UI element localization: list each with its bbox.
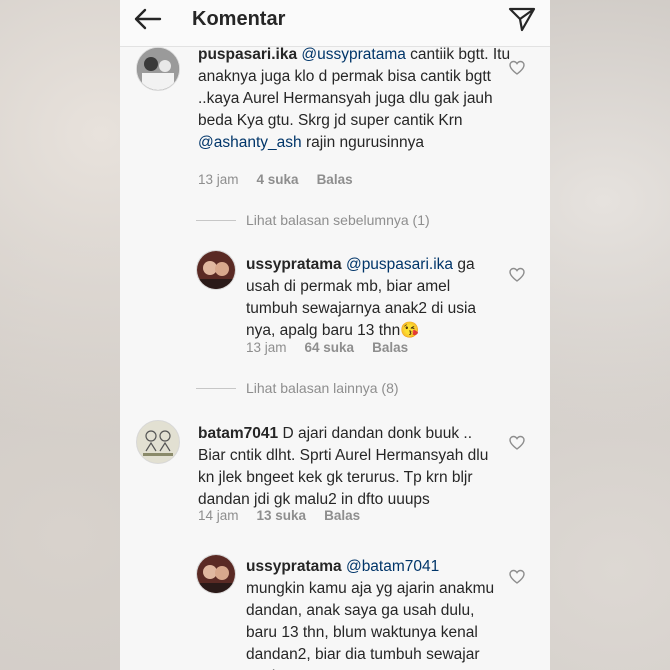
comment-likes[interactable]: 4 suka: [257, 172, 299, 187]
avatar[interactable]: [136, 47, 180, 91]
top-bar: Komentar: [120, 0, 550, 47]
avatar[interactable]: [196, 554, 236, 594]
avatar[interactable]: [196, 250, 236, 290]
comment-meta: 14 jam 13 suka Balas: [198, 508, 360, 523]
comment-time: 13 jam: [198, 172, 239, 187]
comment-body: rajin ngurusinnya: [301, 134, 424, 151]
comment-text: ussypratama @puspasari.ika ga usah di pe…: [246, 254, 496, 342]
comment-likes[interactable]: 64 suka: [305, 340, 355, 355]
comment-username[interactable]: batam7041: [198, 425, 278, 442]
view-more-replies-link[interactable]: Lihat balasan lainnya (8): [246, 380, 399, 396]
comment-username[interactable]: ussypratama: [246, 558, 342, 575]
page-title: Komentar: [192, 8, 286, 30]
comment-text: puspasari.ika @ussypratama cantiik bgtt.…: [198, 44, 518, 154]
comment-text: ussypratama @batam7041 mungkin kamu aja …: [246, 556, 496, 670]
comments-screen: Komentar puspasari.ika @ussypratama cant…: [120, 0, 550, 670]
comment-text: batam7041 D ajari dandan donk buuk .. Bi…: [198, 423, 498, 511]
reply-button[interactable]: Balas: [372, 340, 408, 355]
heart-icon[interactable]: [509, 569, 525, 585]
comment-body: mungkin kamu aja yg ajarin anakmu dandan…: [246, 580, 495, 670]
avatar[interactable]: [136, 420, 180, 464]
paper-plane-icon[interactable]: [507, 5, 537, 33]
comment-username[interactable]: ussypratama: [246, 256, 342, 273]
comment-mention[interactable]: @puspasari.ika: [346, 256, 453, 273]
comment-mention[interactable]: @batam7041: [346, 558, 439, 575]
heart-icon[interactable]: [509, 60, 525, 76]
comment-username[interactable]: puspasari.ika: [198, 46, 297, 63]
arrow-left-icon[interactable]: [130, 5, 166, 33]
comment-time: 13 jam: [246, 340, 287, 355]
heart-icon[interactable]: [509, 435, 525, 451]
comment-mention[interactable]: @ashanty_ash: [198, 134, 302, 151]
heart-icon[interactable]: [509, 267, 525, 283]
thread-divider: [196, 388, 236, 389]
view-previous-replies-link[interactable]: Lihat balasan sebelumnya (1): [246, 212, 430, 228]
comment-meta: 13 jam 64 suka Balas: [246, 340, 408, 355]
comment-meta: 13 jam 4 suka Balas: [198, 172, 353, 187]
reply-button[interactable]: Balas: [317, 172, 353, 187]
thread-divider: [196, 220, 236, 221]
comment-mention[interactable]: @ussypratama: [301, 46, 405, 63]
comment-likes[interactable]: 13 suka: [257, 508, 307, 523]
comment-time: 14 jam: [198, 508, 239, 523]
reply-button[interactable]: Balas: [324, 508, 360, 523]
